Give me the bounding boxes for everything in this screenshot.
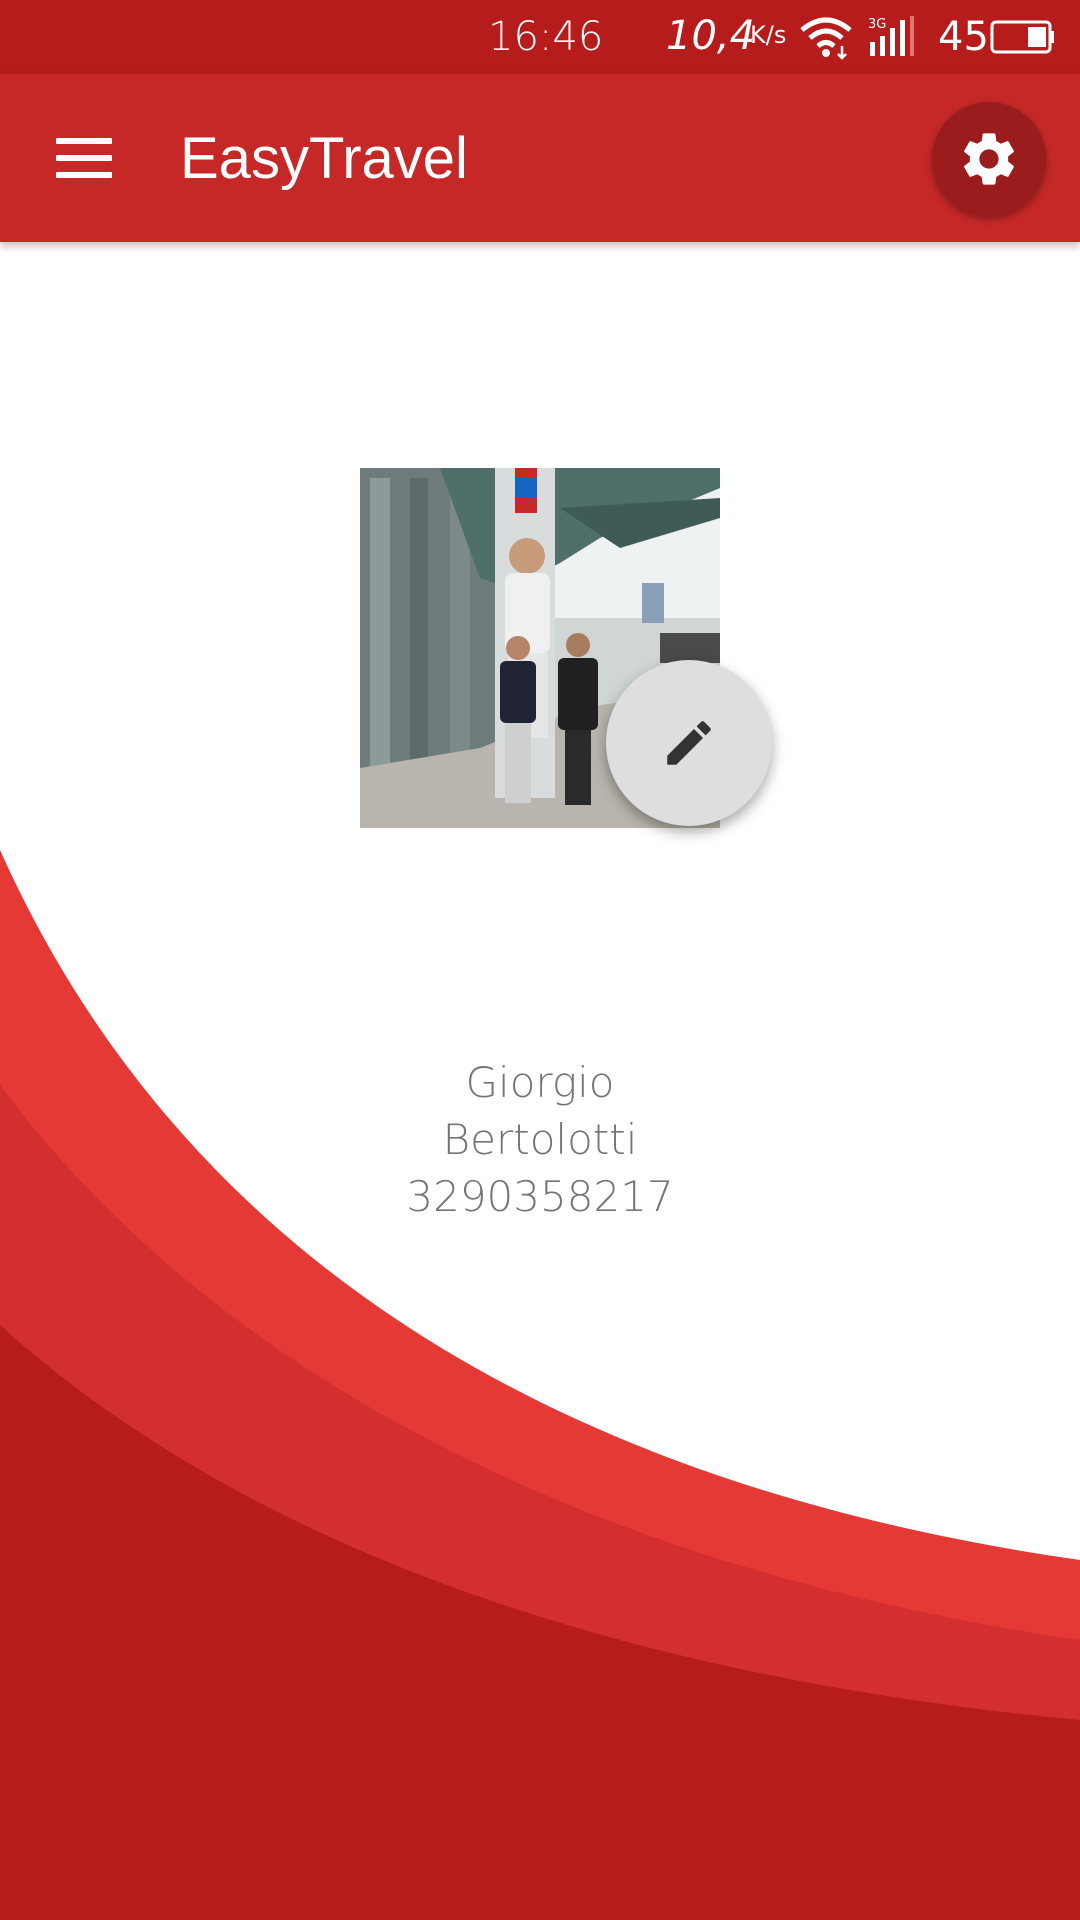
gear-icon xyxy=(964,133,1014,185)
battery-percentage: 45 xyxy=(938,14,989,60)
network-speed: 10,4 xyxy=(666,13,756,59)
phone-number: 3290358217 xyxy=(406,1172,674,1221)
background-waves xyxy=(0,850,1080,1920)
profile-info: Giorgio Bertolotti 3290358217 xyxy=(0,1054,1080,1225)
status-bar: 16:46 10,4 K/s 3G 45 xyxy=(0,0,1080,74)
wifi-icon xyxy=(800,17,852,60)
app-bar: EasyTravel xyxy=(0,74,1080,242)
pencil-icon xyxy=(667,721,711,765)
signal-icon: 3G xyxy=(868,16,914,56)
network-type-label: 3G xyxy=(868,17,886,32)
first-name: Giorgio xyxy=(465,1058,615,1107)
status-time: 16:46 xyxy=(488,14,604,60)
app-title: EasyTravel xyxy=(180,126,468,191)
settings-button[interactable] xyxy=(932,102,1046,216)
menu-button[interactable] xyxy=(46,124,122,192)
network-speed-unit: K/s xyxy=(750,21,787,49)
hamburger-menu-icon xyxy=(56,138,112,144)
edit-profile-button[interactable] xyxy=(606,660,772,826)
last-name: Bertolotti xyxy=(442,1115,638,1164)
battery-icon xyxy=(990,20,1054,54)
